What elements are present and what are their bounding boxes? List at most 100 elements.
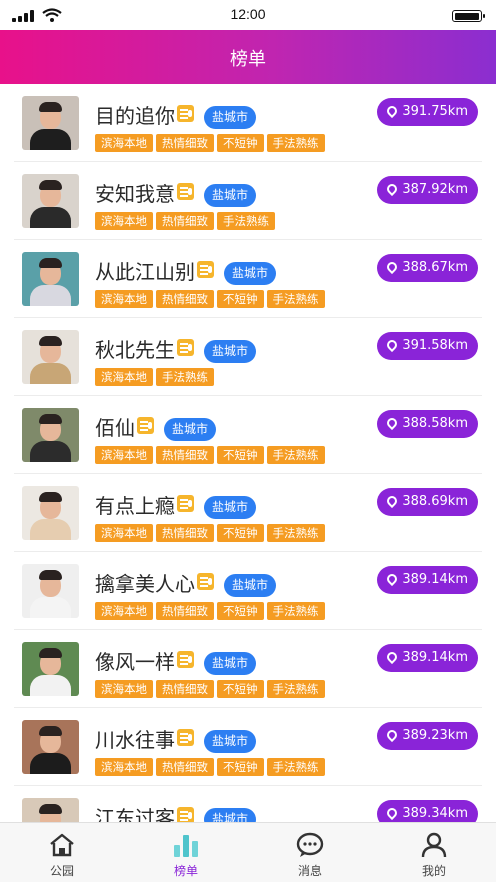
tag: 滨海本地 — [95, 134, 153, 152]
tag: 滨海本地 — [95, 212, 153, 230]
distance-value: 389.14km — [402, 572, 468, 587]
tab-bar: 公园 榜单 消息 我的 — [0, 822, 496, 882]
vip-badge-icon — [197, 573, 214, 590]
user-name-text: 像风一样 — [95, 650, 175, 674]
tag-list: 滨海本地 热情细致 手法熟练 — [95, 210, 278, 230]
tag: 手法熟练 — [266, 524, 325, 542]
user-name-text: 江东过客 — [95, 806, 175, 822]
tag: 热情细致 — [156, 524, 214, 542]
user-name-text: 有点上瘾 — [95, 494, 175, 518]
city-badge: 盐城市 — [204, 808, 257, 822]
tag: 热情细致 — [156, 212, 214, 230]
tag: 手法熟练 — [217, 212, 275, 230]
vip-badge-icon — [177, 339, 194, 356]
user-name-text: 从此江山别 — [95, 260, 195, 284]
distance-value: 389.14km — [402, 650, 468, 665]
distance-value: 391.58km — [402, 338, 468, 353]
user-name-text: 安知我意 — [95, 182, 175, 206]
user-name: 安知我意 盐城市 — [95, 178, 257, 207]
tab-message[interactable]: 消息 — [248, 823, 372, 882]
avatar — [22, 174, 79, 228]
tab-label: 我的 — [421, 864, 446, 878]
distance-badge: 389.14km — [377, 644, 478, 672]
list-item[interactable]: 安知我意 盐城市 滨海本地 热情细致 手法熟练 387.92km — [0, 162, 496, 240]
distance-badge: 391.58km — [377, 332, 478, 360]
user-name: 佰仙 盐城市 — [95, 412, 217, 441]
tab-profile[interactable]: 我的 — [372, 823, 496, 882]
city-badge: 盐城市 — [224, 262, 277, 285]
ranking-icon — [172, 831, 200, 859]
list-item[interactable]: 从此江山别 盐城市滨海本地 热情细致 不短钟 手法熟练 388.67km — [0, 240, 496, 318]
list-item[interactable]: 川水往事 盐城市滨海本地 热情细致 不短钟 手法熟练 389.23km — [0, 708, 496, 786]
tag: 不短钟 — [217, 524, 264, 542]
tab-ranking[interactable]: 榜单 — [124, 823, 248, 882]
user-name: 目的追你 盐城市 — [95, 100, 257, 129]
location-pin-icon — [385, 415, 400, 431]
tag: 不短钟 — [217, 602, 264, 620]
user-name-text: 擒拿美人心 — [95, 572, 195, 596]
tag: 滨海本地 — [95, 758, 153, 776]
user-name-text: 川水往事 — [95, 728, 175, 752]
tab-label: 消息 — [297, 864, 322, 878]
city-badge: 盐城市 — [204, 184, 257, 207]
list-item[interactable]: 目的追你 盐城市 滨海本地 热情细致 不短钟 手法熟练 391.75km — [0, 84, 496, 162]
vip-badge-icon — [177, 495, 194, 512]
distance-badge: 388.58km — [377, 410, 478, 438]
tag: 手法熟练 — [266, 290, 325, 308]
user-name: 像风一样 盐城市 — [95, 646, 257, 675]
location-pin-icon — [385, 493, 400, 509]
user-name: 川水往事 盐城市 — [95, 724, 257, 753]
status-time: 12:00 — [230, 6, 266, 22]
avatar — [22, 642, 79, 696]
tag-list: 滨海本地 热情细致 不短钟 手法熟练 — [95, 678, 328, 698]
tag: 不短钟 — [217, 758, 264, 776]
user-name: 擒拿美人心 盐城市 — [95, 568, 277, 597]
tag: 热情细致 — [156, 758, 214, 776]
list-item[interactable]: 佰仙 盐城市滨海本地 热情细致 不短钟 手法熟练 388.58km — [0, 396, 496, 474]
location-pin-icon — [385, 571, 400, 587]
distance-value: 388.67km — [402, 260, 468, 275]
tag-list: 滨海本地 热情细致 不短钟 手法熟练 — [95, 288, 328, 308]
status-bar: 12:00 — [0, 0, 496, 30]
user-name-text: 秋北先生 — [95, 338, 175, 362]
tag: 手法熟练 — [156, 368, 214, 386]
vip-badge-icon — [177, 183, 194, 200]
distance-badge: 391.75km — [377, 98, 478, 126]
city-badge: 盐城市 — [204, 652, 257, 675]
user-name-text: 目的追你 — [95, 104, 175, 128]
vip-badge-icon — [137, 417, 154, 434]
list-item[interactable]: 江东过客 盐城市 389.34km — [0, 786, 496, 822]
tag: 不短钟 — [217, 134, 264, 152]
list-item[interactable]: 擒拿美人心 盐城市 滨海本地 热情细致 不短钟 手法熟练 389.14km — [0, 552, 496, 630]
tag: 不短钟 — [217, 290, 264, 308]
tab-label: 公园 — [49, 864, 74, 878]
tag: 热情细致 — [156, 134, 214, 152]
tag: 手法熟练 — [266, 602, 325, 620]
tag: 手法熟练 — [266, 758, 325, 776]
city-badge: 盐城市 — [204, 496, 257, 519]
list-item[interactable]: 像风一样 盐城市滨海本地 热情细致 不短钟 手法熟练 389.14km — [0, 630, 496, 708]
location-pin-icon — [385, 805, 400, 821]
distance-value: 389.23km — [402, 728, 468, 743]
avatar — [22, 408, 79, 462]
city-badge: 盐城市 — [204, 730, 257, 753]
tag: 热情细致 — [156, 446, 214, 464]
tag-list: 滨海本地 热情细致 不短钟 手法熟练 — [95, 522, 328, 542]
tag: 不短钟 — [217, 446, 264, 464]
list-item[interactable]: 秋北先生 盐城市 滨海本地 手法熟练 391.58km — [0, 318, 496, 396]
tab-home[interactable]: 公园 — [0, 823, 124, 882]
tag: 热情细致 — [156, 680, 214, 698]
list-item[interactable]: 有点上瘾 盐城市 滨海本地 热情细致 不短钟 手法熟练 388.69km — [0, 474, 496, 552]
city-badge: 盐城市 — [204, 340, 257, 363]
tag-list: 滨海本地 热情细致 不短钟 手法熟练 — [95, 444, 328, 464]
vip-badge-icon — [177, 105, 194, 122]
vip-badge-icon — [177, 807, 194, 822]
location-pin-icon — [385, 259, 400, 275]
avatar — [22, 720, 79, 774]
distance-value: 388.58km — [402, 416, 468, 431]
ranking-list[interactable]: 目的追你 盐城市 滨海本地 热情细致 不短钟 手法熟练 391.75km 安知我意 盐城市 滨海本… — [0, 84, 496, 822]
location-pin-icon — [385, 649, 400, 665]
user-name: 秋北先生 盐城市 — [95, 334, 257, 363]
distance-badge: 389.34km — [377, 800, 478, 822]
tag: 滨海本地 — [95, 524, 153, 542]
